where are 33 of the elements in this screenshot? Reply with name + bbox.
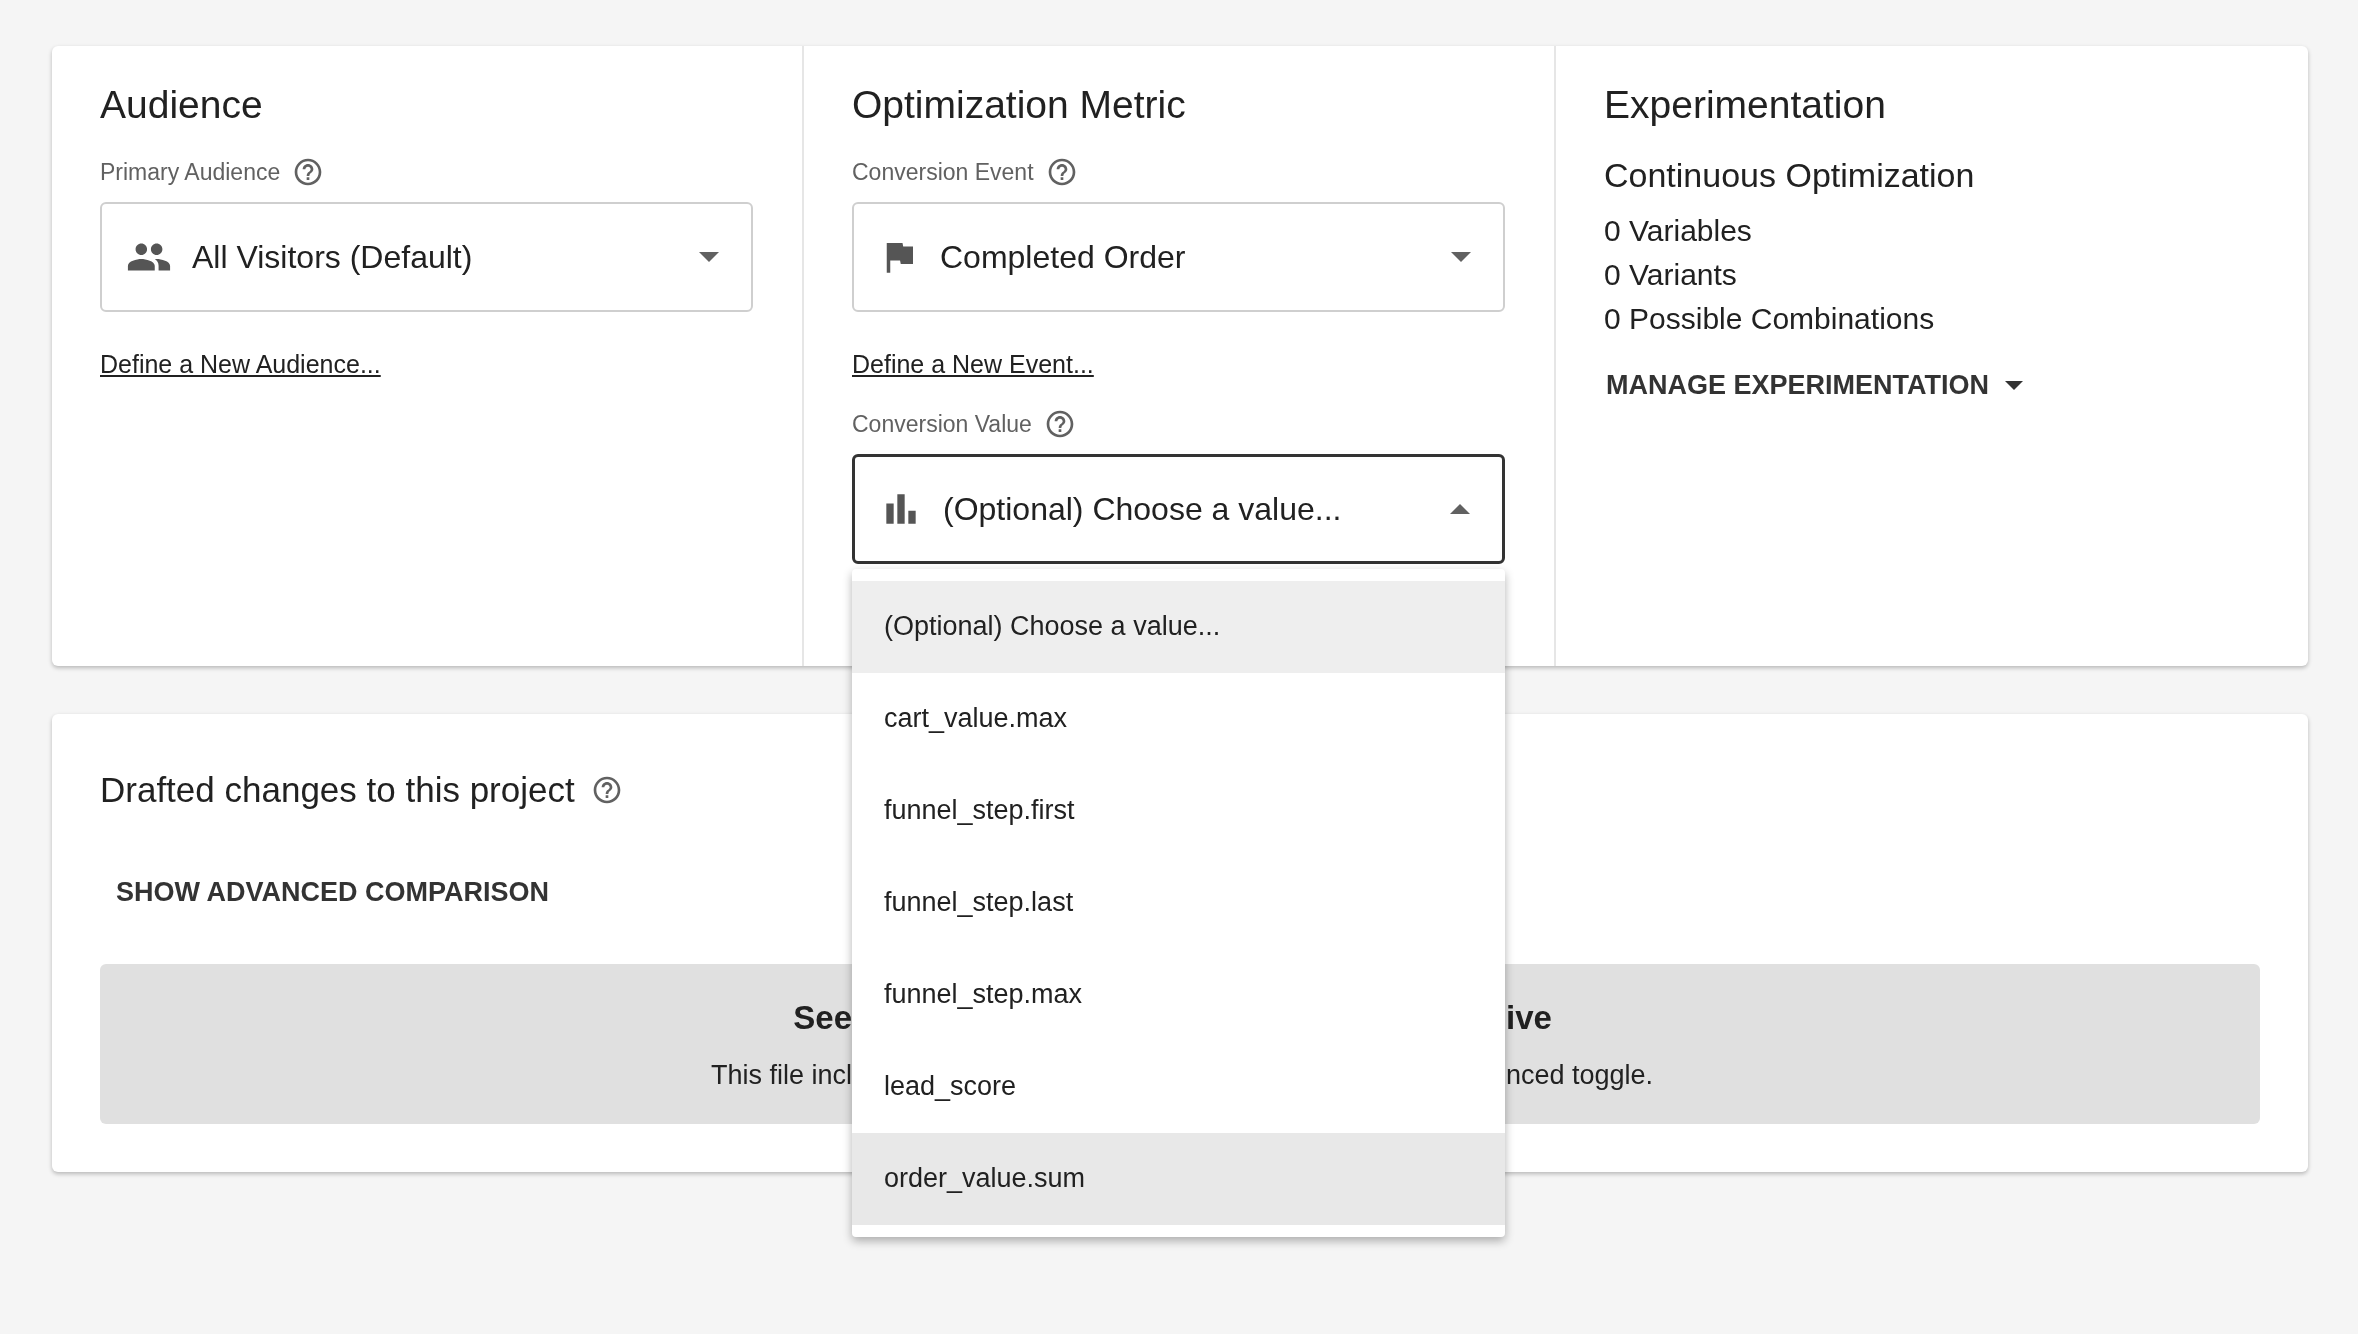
section-title: Experimentation — [1604, 82, 1887, 128]
menu-option[interactable]: cart_value.max — [852, 672, 1505, 765]
show-advanced-comparison-button[interactable]: SHOW ADVANCED COMPARISON — [116, 871, 549, 912]
caret-icon — [2005, 380, 2023, 390]
menu-option[interactable]: funnel_step.max — [852, 948, 1505, 1041]
notice-heading: ive — [1506, 999, 1552, 1036]
field-label: Primary Audience — [100, 158, 281, 187]
define-link[interactable]: Define a New Event... — [852, 345, 1094, 383]
subtitle: Continuous Optimization — [1604, 155, 1976, 196]
menu-option[interactable]: order_value.sum — [852, 1132, 1505, 1225]
menu-option[interactable]: funnel_step.last — [852, 856, 1505, 949]
menu-option[interactable]: (Optional) Choose a value... — [852, 580, 1505, 673]
stat-line: 0 Variants — [1604, 257, 1738, 293]
define-link[interactable]: Define a New Audience... — [100, 345, 381, 383]
field-label: Conversion Event — [852, 158, 1034, 187]
notice-heading: See — [793, 999, 852, 1036]
section-title: Drafted changes to this project — [100, 769, 575, 811]
notice-text: nced toggle. — [1506, 1059, 1654, 1090]
section-title: Optimization Metric — [852, 82, 1187, 128]
manage-experimentation-button[interactable]: MANAGE EXPERIMENTATION — [1606, 365, 2023, 406]
stat-line: 0 Variables — [1604, 213, 1753, 249]
menu-option[interactable]: funnel_step.first — [852, 764, 1505, 857]
audience-select[interactable]: All Visitors (Default) — [100, 201, 753, 312]
event-select[interactable]: Completed Order — [852, 201, 1505, 312]
field-label: Conversion Value — [852, 410, 1032, 439]
caret-icon — [699, 251, 719, 262]
section-title: Audience — [100, 82, 264, 128]
value-select[interactable]: (Optional) Choose a value... — [852, 453, 1505, 564]
notice-text: This file incl — [710, 1059, 852, 1090]
stat-line: 0 Possible Combinations — [1604, 301, 1936, 337]
caret-icon — [1450, 503, 1470, 514]
menu-option[interactable]: lead_score — [852, 1040, 1505, 1133]
caret-icon — [1451, 251, 1471, 262]
